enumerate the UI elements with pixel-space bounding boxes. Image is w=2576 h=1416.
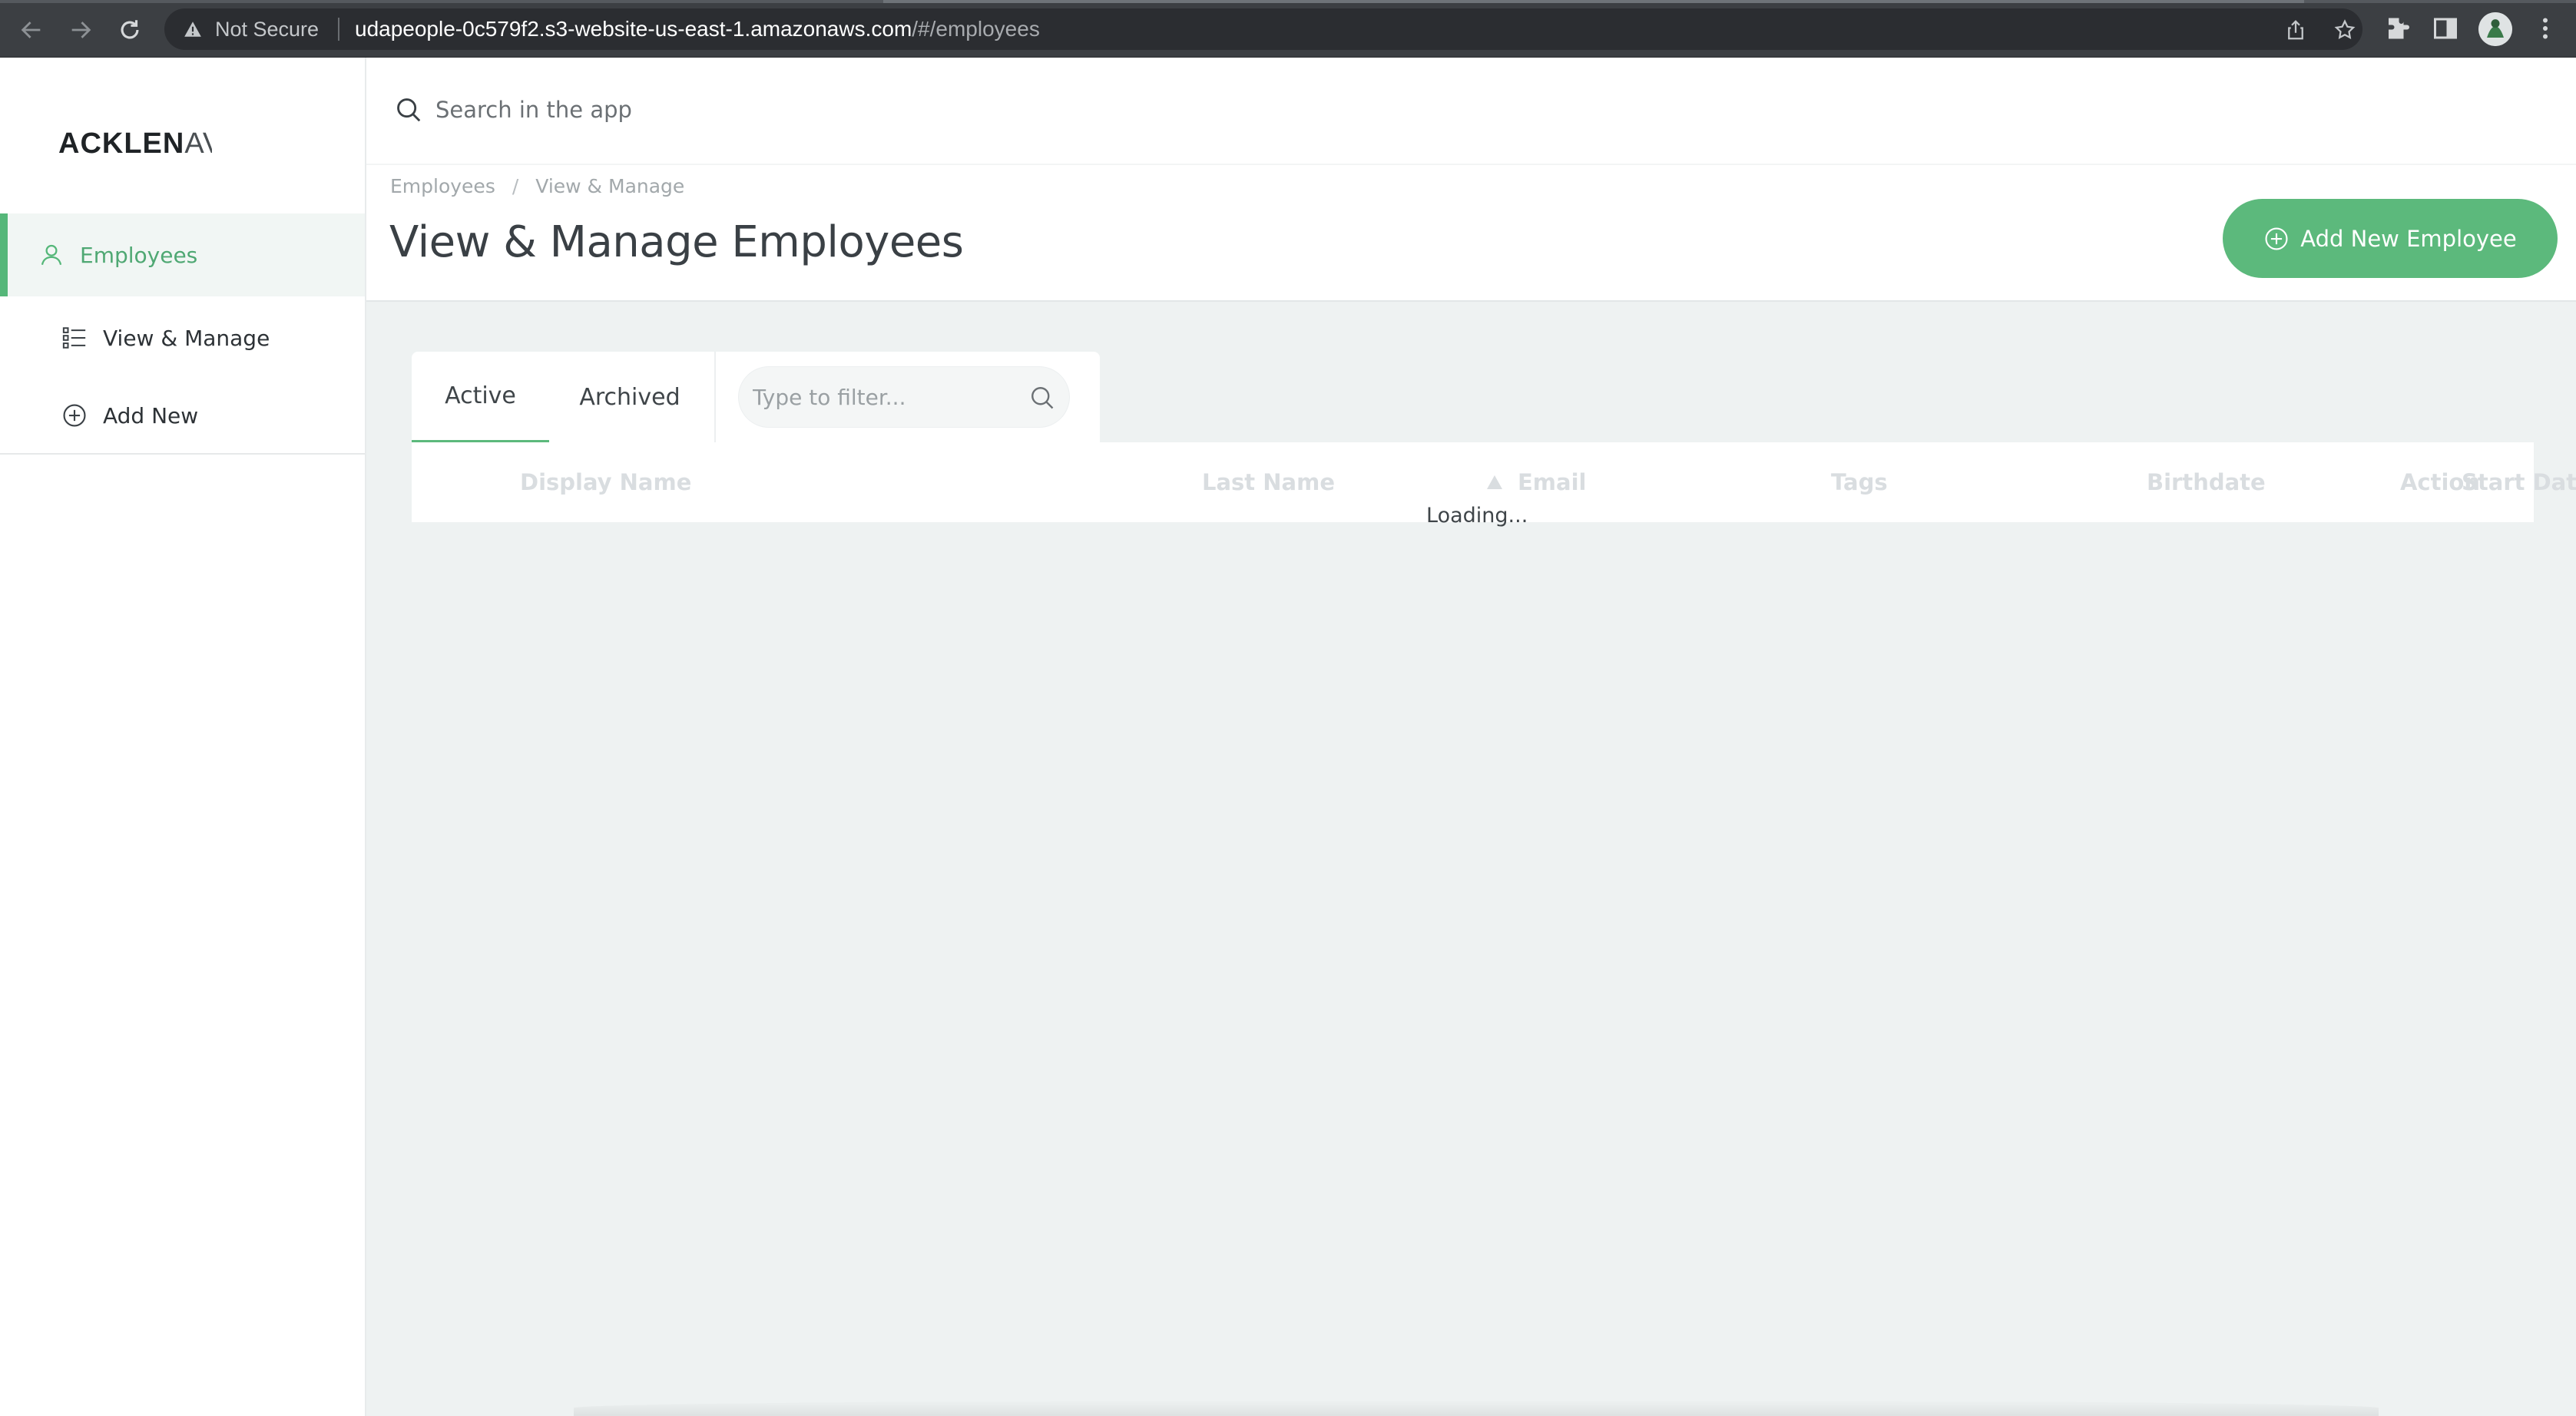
sidebar-divider xyxy=(0,453,365,455)
address-separator xyxy=(338,18,339,41)
profile-avatar-icon xyxy=(2478,12,2512,46)
security-label[interactable]: Not Secure xyxy=(215,17,319,41)
forward-button[interactable] xyxy=(65,14,97,46)
breadcrumb-separator: / xyxy=(512,175,519,197)
person-icon xyxy=(41,244,62,266)
sort-ascending-icon xyxy=(1487,475,1502,489)
column-header-action: Action xyxy=(2399,469,2480,495)
filter-input[interactable] xyxy=(753,367,1014,427)
main-header: Employees / View & Manage View & Manage Em… xyxy=(366,58,2576,302)
reload-icon xyxy=(121,20,139,39)
tab-active[interactable]: Active xyxy=(412,352,549,442)
bottom-shadow xyxy=(574,1400,2379,1416)
header-divider xyxy=(366,164,2576,165)
breadcrumb-employees[interactable]: Employees xyxy=(390,175,495,197)
sidebar: ACKLENAV Employees View & Manage Add New xyxy=(0,58,366,1416)
sidebar-item-employees[interactable]: Employees xyxy=(0,213,365,296)
breadcrumb-view-manage[interactable]: View & Manage xyxy=(535,175,684,197)
sidebar-item-add-new[interactable]: Add New xyxy=(0,374,365,457)
tab-separator xyxy=(714,352,716,442)
column-header-email[interactable]: Email xyxy=(1518,442,1586,522)
breadcrumb: Employees / View & Manage xyxy=(390,175,684,197)
main-content: Active Archived Display Name Last Name E… xyxy=(366,302,2576,1416)
logo-text-light: AV xyxy=(184,127,212,160)
plus-circle-icon xyxy=(63,404,86,427)
arrow-right-icon xyxy=(71,22,91,38)
active-tab-indicator xyxy=(883,0,2304,3)
star-icon[interactable] xyxy=(2333,18,2356,41)
more-options-icon[interactable] xyxy=(2531,15,2559,42)
add-button-label: Add New Employee xyxy=(2300,225,2517,252)
url-text[interactable]: udapeople-0c579f2.s3-website-us-east-1.a… xyxy=(355,17,1040,41)
url-host: udapeople-0c579f2.s3-website-us-east-1.a… xyxy=(355,17,912,41)
sidebar-item-label: View & Manage xyxy=(103,325,270,351)
loading-indicator: Loading... xyxy=(1426,504,1528,528)
search-icon[interactable] xyxy=(1028,384,1056,412)
reload-button[interactable] xyxy=(114,14,146,46)
warning-icon xyxy=(184,22,201,37)
url-path: /#/employees xyxy=(912,17,1040,41)
column-header-tags[interactable]: Tags xyxy=(1831,442,1888,522)
sidebar-item-view-manage[interactable]: View & Manage xyxy=(0,296,365,379)
sidebar-toggle-icon[interactable] xyxy=(2432,15,2459,42)
sidebar-item-label: Add New xyxy=(103,402,199,428)
sidebar-item-label: Employees xyxy=(80,242,198,268)
tab-archived[interactable]: Archived xyxy=(557,352,703,442)
tabs-card: Active Archived xyxy=(412,352,1100,442)
app-search-input[interactable] xyxy=(435,97,1050,123)
page-title: View & Manage Employees xyxy=(389,217,964,267)
logo-text-bold: ACKLEN xyxy=(58,127,185,160)
browser-toolbar: Not Secure udapeople-0c579f2.s3-website-… xyxy=(0,0,2576,58)
table-filter xyxy=(738,366,1070,428)
arrow-left-icon xyxy=(21,22,41,38)
search-icon xyxy=(397,98,421,122)
app-search xyxy=(394,88,1050,131)
column-header-birthdate[interactable]: Birthdate xyxy=(2147,442,2266,522)
column-header-display-name[interactable]: Display Name xyxy=(520,442,691,522)
address-bar[interactable]: Not Secure udapeople-0c579f2.s3-website-… xyxy=(164,8,2362,50)
plus-circle-icon xyxy=(2265,227,2288,250)
back-button[interactable] xyxy=(15,14,48,46)
extensions-icon[interactable] xyxy=(2384,15,2412,42)
profile-avatar[interactable] xyxy=(2478,12,2512,46)
list-icon xyxy=(62,327,86,349)
add-new-employee-button[interactable]: Add New Employee xyxy=(2223,199,2558,278)
share-icon[interactable] xyxy=(2284,18,2307,41)
column-header-last-name[interactable]: Last Name xyxy=(1202,442,1335,522)
tab-strip xyxy=(0,0,2576,3)
brand-logo[interactable]: ACKLENAV xyxy=(58,121,212,167)
